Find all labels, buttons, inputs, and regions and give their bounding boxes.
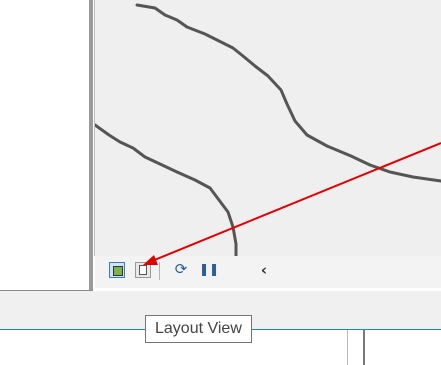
layout-view-icon [139,265,147,275]
collapse-scrollbar-button[interactable]: ‹ [256,262,272,278]
view-toolbar: ⟳ ❚❚ ‹ [95,256,441,288]
boundary-line-lower [95,123,238,256]
layout-view-button[interactable] [135,262,151,278]
boundary-line-upper [135,3,441,183]
pane-splitter-light[interactable] [347,330,348,365]
tooltip-layout-view: Layout View [145,315,252,343]
map-frame-outer-border [89,0,93,290]
pane-splitter-dark[interactable] [363,330,365,365]
map-canvas[interactable] [95,0,441,256]
pause-drawing-button[interactable]: ❚❚ [199,261,219,277]
refresh-button[interactable]: ⟳ [173,261,189,277]
pause-icon: ❚❚ [199,262,220,276]
chevron-left-icon: ‹ [260,261,268,279]
data-view-icon [113,266,123,276]
data-view-button[interactable] [109,262,125,278]
toolbar-separator [159,262,160,280]
refresh-icon: ⟳ [174,260,188,278]
map-features [95,3,441,256]
